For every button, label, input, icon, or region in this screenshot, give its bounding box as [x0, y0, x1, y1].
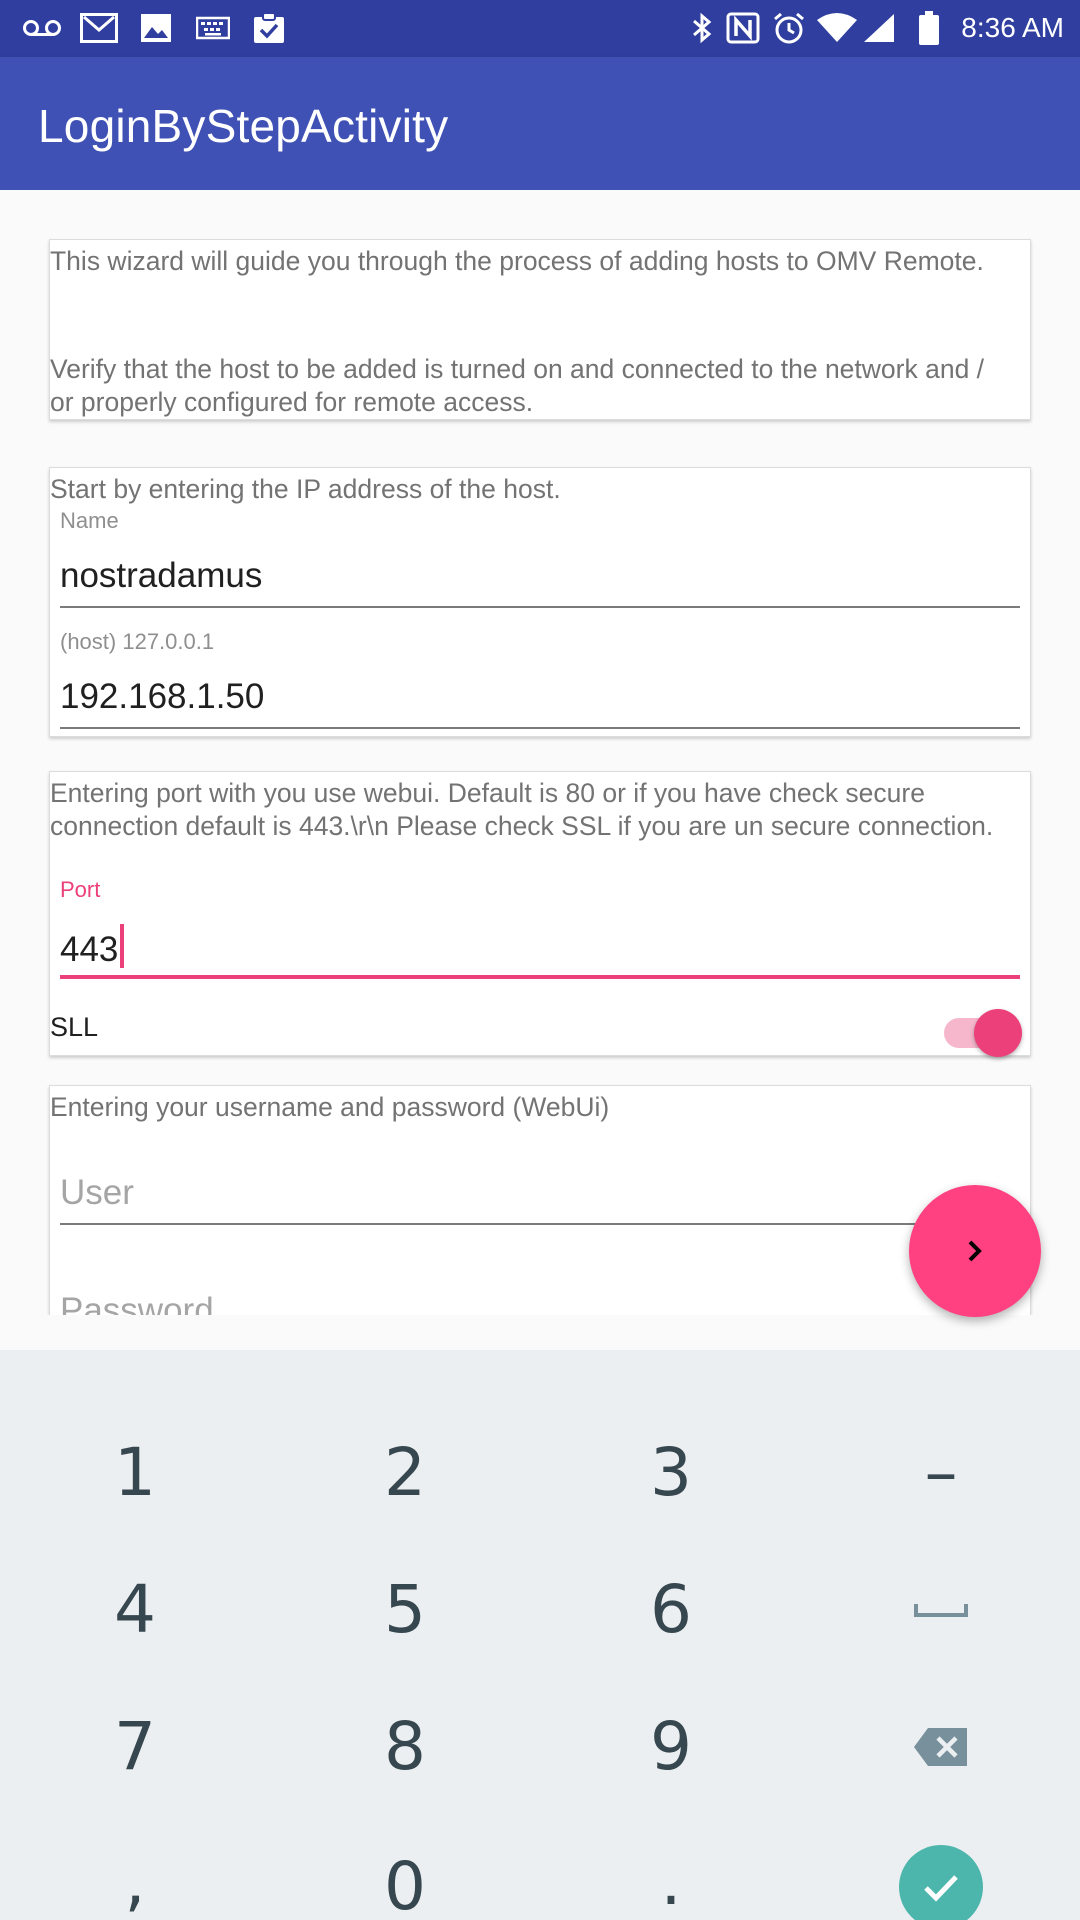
chevron-right-icon — [968, 1240, 982, 1262]
backspace-icon — [914, 1727, 967, 1766]
gmail-icon — [80, 12, 118, 44]
key-done[interactable]: ✓ — [806, 1818, 1076, 1920]
wifi-icon — [816, 12, 858, 44]
key-space[interactable]: ␣ — [806, 1541, 1076, 1678]
host-input[interactable]: 192.168.1.50 — [60, 677, 264, 717]
next-step-button[interactable] — [909, 1185, 1041, 1317]
sll-switch-thumb[interactable] — [974, 1009, 1022, 1057]
voicemail-icon — [22, 12, 62, 44]
status-bar: 8:36 AM — [0, 0, 1080, 57]
key-period[interactable]: . — [536, 1818, 806, 1920]
user-input-underline — [60, 1223, 1020, 1225]
key-backspace[interactable]: ⌫ — [806, 1678, 1076, 1815]
port-input[interactable]: 443 — [60, 924, 125, 970]
alarm-icon — [772, 12, 806, 44]
battery-icon — [918, 11, 940, 45]
name-input[interactable]: nostradamus — [60, 556, 262, 596]
clipboard-check-icon — [252, 12, 286, 44]
key-5[interactable]: 5 — [270, 1541, 540, 1678]
credentials-card: Entering your username and password (Web… — [49, 1085, 1031, 1315]
port-input-underline — [60, 975, 1020, 979]
key-comma[interactable]: , — [0, 1818, 270, 1920]
key-9[interactable]: 9 — [536, 1678, 806, 1815]
checkmark-icon — [924, 1874, 958, 1902]
port-label: Port — [60, 877, 101, 902]
intro-card: This wizard will guide you through the p… — [49, 239, 1031, 420]
key-6[interactable]: 6 — [536, 1541, 806, 1678]
done-key-circle — [899, 1844, 983, 1920]
key-3[interactable]: 3 — [536, 1404, 806, 1541]
user-input[interactable]: User — [60, 1173, 134, 1213]
app-bar: LoginByStepActivity — [0, 57, 1080, 190]
key-7[interactable]: 7 — [0, 1678, 270, 1815]
bluetooth-icon — [690, 12, 714, 44]
signal-icon — [862, 12, 896, 44]
key-1[interactable]: 1 — [0, 1404, 270, 1541]
port-card-intro: Entering port with you use webui. Defaul… — [50, 778, 994, 841]
intro-paragraph-1: This wizard will guide you through the p… — [50, 246, 984, 276]
key-0[interactable]: 0 — [270, 1818, 540, 1920]
app-title: LoginByStepActivity — [38, 100, 449, 152]
keyboard-icon — [196, 12, 230, 44]
port-value: 443 — [60, 930, 119, 969]
host-input-underline — [60, 727, 1020, 729]
name-label: Name — [60, 508, 119, 533]
text-cursor — [120, 924, 125, 968]
numeric-keyboard: 1 2 3 – 4 5 6 ␣ 7 8 9 ⌫ , 0 . ✓ — [0, 1350, 1080, 1920]
nfc-icon — [726, 12, 760, 44]
host-card-intro: Start by entering the IP address of the … — [50, 474, 561, 504]
sll-label: SLL — [50, 1012, 99, 1042]
image-icon — [140, 12, 172, 44]
name-input-underline — [60, 606, 1020, 608]
space-icon — [914, 1603, 968, 1617]
key-dash[interactable]: – — [806, 1404, 1076, 1541]
key-2[interactable]: 2 — [270, 1404, 540, 1541]
host-label: (host) 127.0.0.1 — [60, 629, 215, 654]
status-time: 8:36 AM — [961, 12, 1064, 43]
key-4[interactable]: 4 — [0, 1541, 270, 1678]
key-8[interactable]: 8 — [270, 1678, 540, 1815]
host-card: Start by entering the IP address of the … — [49, 467, 1031, 737]
intro-paragraph-2: Verify that the host to be added is turn… — [50, 354, 985, 417]
password-input[interactable]: Password — [60, 1291, 214, 1315]
credentials-card-intro: Entering your username and password (Web… — [50, 1092, 610, 1122]
port-card: Entering port with you use webui. Defaul… — [49, 771, 1031, 1057]
wizard-content[interactable]: This wizard will guide you through the p… — [0, 190, 1080, 1315]
